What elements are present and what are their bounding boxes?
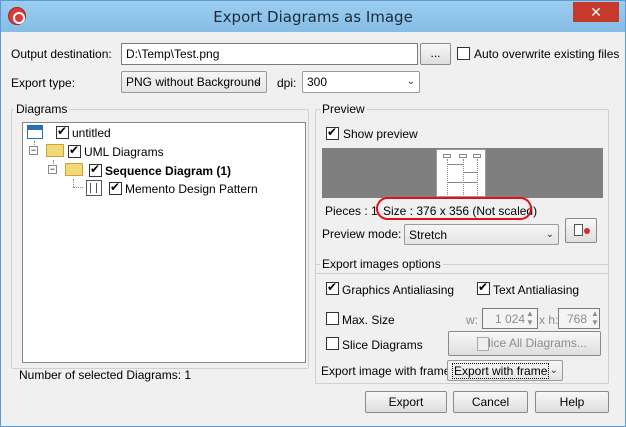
browse-button[interactable]: ... (420, 43, 451, 65)
slice-diagrams-checkbox[interactable] (326, 337, 339, 350)
chevron-down-icon: ⌄ (545, 229, 554, 240)
tree-checkbox-sequence-diagram[interactable] (89, 162, 102, 177)
export-type-label: Export type: (11, 76, 76, 90)
scissors-icon (584, 228, 590, 234)
dpi-label: dpi: (277, 76, 297, 90)
export-frame-value: Export with frame (452, 363, 550, 379)
diagram-folder-icon (65, 163, 83, 176)
output-destination-label: Output destination: (11, 47, 112, 61)
preview-mode-label: Preview mode: (322, 227, 402, 241)
tree-item-memento[interactable]: Memento Design Pattern (125, 182, 258, 196)
show-preview-label: Show preview (343, 127, 418, 141)
graphics-antialiasing-checkbox[interactable] (326, 280, 339, 295)
height-spinner-arrows-icon[interactable]: ▲ ▼ (591, 309, 599, 327)
help-button[interactable]: Help (535, 391, 609, 413)
tree-connector (73, 179, 74, 187)
collapse-icon[interactable]: − (29, 146, 38, 155)
export-frame-select[interactable]: Export with frame ⌄ (447, 360, 563, 381)
output-destination-input[interactable]: D:\Temp\Test.png (121, 43, 418, 65)
preview-canvas (322, 148, 603, 198)
preview-tool-button[interactable] (565, 218, 597, 243)
diagrams-group-title: Diagrams (14, 102, 70, 116)
diagram-thumbnail (436, 149, 486, 197)
width-label: w: (466, 313, 478, 327)
slice-diagrams-label: Slice Diagrams (342, 338, 423, 352)
export-type-select[interactable]: PNG without Background ⌄ (121, 71, 267, 93)
slice-all-diagrams-label: Slice All Diagrams... (480, 336, 587, 350)
export-dialog: Export Diagrams as Image ✕ Output destin… (0, 0, 626, 427)
diagram-tree[interactable]: untitled − UML Diagrams − Sequence Diagr… (22, 122, 306, 363)
slice-icon (477, 337, 489, 351)
dialog-body: Output destination: D:\Temp\Test.png ...… (8, 32, 620, 420)
dpi-value: 300 (307, 75, 328, 89)
auto-overwrite-checkbox[interactable] (457, 47, 470, 60)
chevron-down-icon: ⌄ (549, 365, 558, 376)
selected-count-label: Number of selected Diagrams: 1 (19, 368, 192, 382)
tree-checkbox-memento[interactable] (109, 180, 122, 195)
max-size-label: Max. Size (342, 313, 395, 327)
folder-icon (46, 144, 64, 157)
graphics-antialiasing-label: Graphics Antialiasing (342, 283, 455, 297)
preview-group-title: Preview (320, 102, 367, 116)
show-preview-checkbox[interactable] (326, 125, 339, 140)
auto-overwrite-label: Auto overwrite existing files (474, 47, 620, 61)
height-label: x h: (539, 313, 559, 327)
collapse-icon[interactable]: − (48, 165, 57, 174)
width-spinner-arrows-icon[interactable]: ▲ ▼ (526, 309, 534, 327)
cancel-button[interactable]: Cancel (453, 391, 528, 413)
slice-all-diagrams-button[interactable]: Slice All Diagrams... (448, 331, 601, 356)
text-antialiasing-checkbox[interactable] (477, 280, 490, 295)
close-button[interactable]: ✕ (573, 2, 619, 22)
window-title: Export Diagrams as Image (213, 8, 413, 26)
project-icon (27, 125, 43, 139)
text-antialiasing-label: Text Antialiasing (493, 283, 580, 297)
export-type-value: PNG without Background (126, 75, 261, 89)
tree-item-sequence-diagram[interactable]: Sequence Diagram (1) (105, 164, 231, 178)
size-highlight (376, 197, 532, 220)
max-size-checkbox[interactable] (326, 312, 339, 325)
tree-item-untitled[interactable]: untitled (72, 126, 111, 140)
export-button[interactable]: Export (365, 391, 447, 413)
tree-connector (73, 187, 83, 188)
tree-checkbox-untitled[interactable] (56, 124, 69, 139)
preview-mode-select[interactable]: Stretch ⌄ (404, 224, 559, 245)
scissors-page-icon (574, 224, 583, 236)
export-frame-label: Export image with frame : (321, 364, 458, 378)
chevron-down-icon: ⌄ (253, 76, 262, 87)
title-bar[interactable]: Export Diagrams as Image ✕ (1, 1, 625, 32)
export-options-group-title: Export images options (320, 257, 443, 271)
pieces-label: Pieces : 1 (325, 204, 378, 218)
sequence-diagram-icon (86, 180, 102, 196)
tree-checkbox-uml-diagrams[interactable] (68, 143, 81, 158)
dpi-select[interactable]: 300 ⌄ (302, 71, 420, 93)
preview-mode-value: Stretch (409, 228, 448, 242)
tree-item-uml-diagrams[interactable]: UML Diagrams (84, 145, 164, 159)
chevron-down-icon: ⌄ (406, 76, 415, 87)
